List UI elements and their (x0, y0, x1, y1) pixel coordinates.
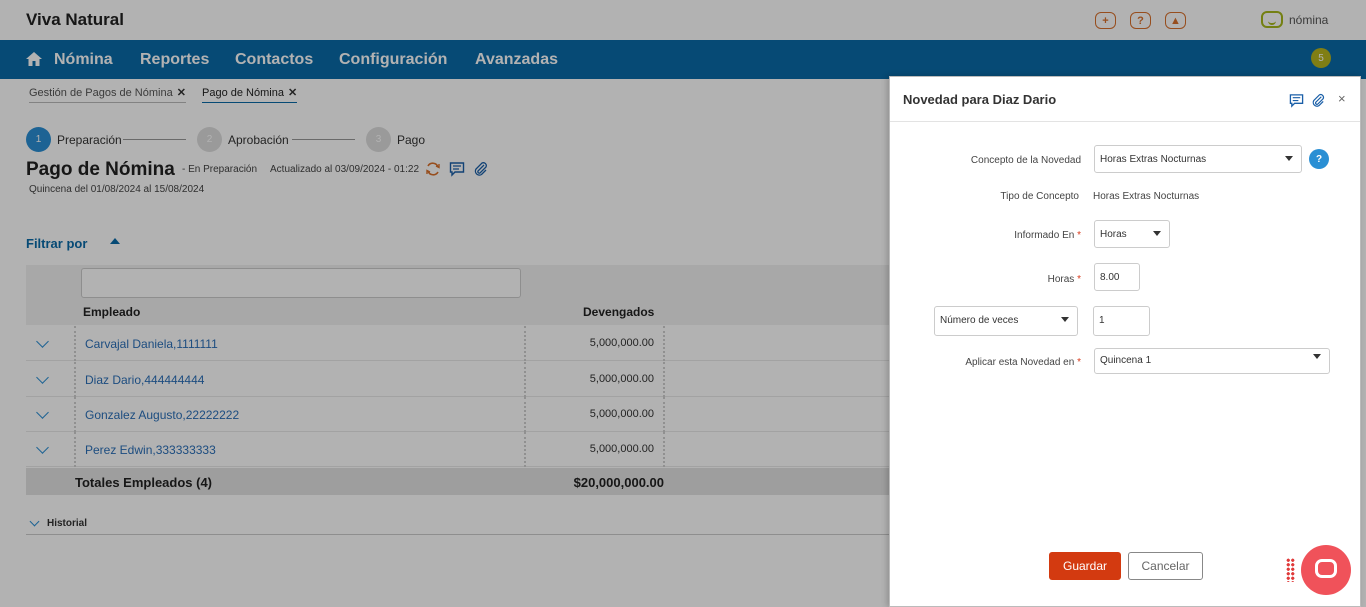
numero-veces-select[interactable]: Número de veces (934, 306, 1078, 336)
tipo-value: Horas Extras Nocturnas (1093, 191, 1200, 202)
tipo-label: Tipo de Concepto (1000, 191, 1079, 202)
required-mark: * (1077, 357, 1081, 368)
horas-label-text: Horas (1047, 274, 1075, 285)
concepto-value: Horas Extras Nocturnas (1100, 154, 1207, 165)
panel-title: Novedad para Diaz Dario (903, 92, 1057, 107)
cancel-button[interactable]: Cancelar (1128, 552, 1203, 580)
informado-label-text: Informado En (1014, 230, 1075, 241)
save-button[interactable]: Guardar (1049, 552, 1121, 580)
close-icon[interactable]: × (1338, 91, 1346, 106)
caret-down-icon (1313, 354, 1321, 359)
panel-divider (890, 121, 1360, 122)
caret-down-icon (1285, 156, 1293, 161)
horas-input[interactable]: 8.00 (1094, 263, 1140, 291)
aplicar-label-text: Aplicar esta Novedad en (965, 357, 1075, 368)
chat-icon (1315, 559, 1337, 578)
caret-down-icon (1061, 317, 1069, 322)
numero-veces-label: Número de veces (940, 315, 1019, 326)
informado-label: Informado En * (1014, 230, 1081, 241)
aplicar-select[interactable]: Quincena 1 (1094, 348, 1330, 374)
concepto-label: Concepto de la Novedad (970, 155, 1081, 166)
attachment-icon[interactable] (1311, 93, 1326, 108)
required-mark: * (1077, 230, 1081, 241)
informado-select[interactable]: Horas (1094, 220, 1170, 248)
chat-launcher[interactable] (1301, 545, 1351, 595)
drag-handle-icon[interactable] (1286, 558, 1295, 582)
novedad-panel: Novedad para Diaz Dario × Concepto de la… (889, 76, 1361, 607)
horas-value: 8.00 (1100, 272, 1120, 283)
comment-icon[interactable] (1289, 93, 1304, 108)
horas-label: Horas * (1048, 274, 1081, 285)
numero-veces-value: 1 (1099, 315, 1105, 326)
numero-veces-input[interactable]: 1 (1093, 306, 1150, 336)
help-icon[interactable]: ? (1309, 149, 1329, 169)
informado-value: Horas (1100, 229, 1127, 240)
aplicar-label: Aplicar esta Novedad en * (965, 357, 1081, 368)
caret-down-icon (1153, 231, 1161, 236)
concepto-select[interactable]: Horas Extras Nocturnas (1094, 145, 1302, 173)
required-mark: * (1077, 274, 1081, 285)
aplicar-value: Quincena 1 (1100, 355, 1152, 366)
